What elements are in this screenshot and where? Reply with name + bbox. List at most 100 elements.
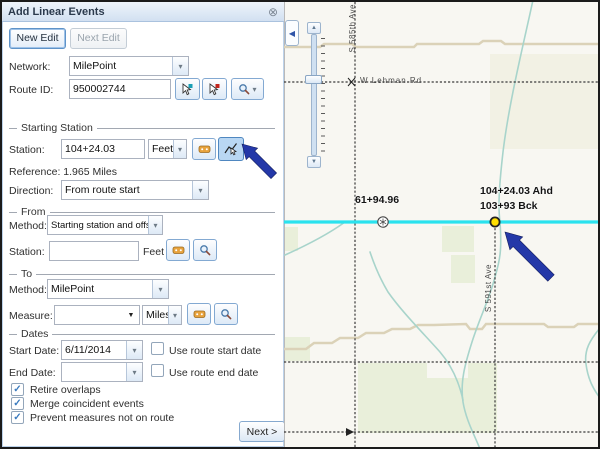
from-method-label: Method:	[9, 220, 47, 232]
road-label-vertical-right: S 591st Ave	[484, 264, 493, 312]
close-icon[interactable]: ⊗	[268, 6, 278, 18]
add-linear-events-panel: Add Linear Events ⊗ New Edit Next Edit N…	[2, 2, 284, 447]
merge-coincident-events-checkbox[interactable]: ✓	[11, 397, 24, 410]
from-station-offset-button[interactable]	[166, 239, 190, 261]
road-label-horizontal: W Lehman Rd	[360, 76, 422, 85]
dropdown-icon[interactable]: ▾	[173, 140, 186, 158]
section-dates: Dates	[9, 328, 275, 340]
prevent-measures-checkbox[interactable]: ✓	[11, 411, 24, 424]
route-id-label: Route ID:	[9, 84, 53, 96]
start-date-field[interactable]: 6/11/2014 ▾	[61, 340, 143, 360]
prevent-measures-label: Prevent measures not on route	[30, 412, 174, 424]
zoom-slider-track[interactable]	[311, 34, 317, 156]
check-icon: ✓	[13, 385, 21, 395]
road-label-vertical-left: S 585th Ave	[348, 4, 357, 53]
zoom-out-button[interactable]: ▼	[307, 156, 321, 168]
map-annotation-arrow-icon	[505, 232, 554, 281]
dropdown-icon[interactable]: ▾	[192, 181, 208, 199]
retire-overlaps-checkbox[interactable]: ✓	[11, 383, 24, 396]
measure-offset-button[interactable]	[187, 303, 211, 325]
check-icon: ✓	[13, 413, 21, 423]
use-route-start-date-label: Use route start date	[169, 345, 261, 357]
station-offset-icon	[198, 143, 211, 155]
check-icon: ✓	[13, 399, 21, 409]
slider-up-icon: ▲	[311, 25, 317, 31]
station-units-combo[interactable]: Feet ▾	[148, 139, 187, 159]
end-date-label: End Date:	[9, 367, 56, 379]
dropdown-icon[interactable]: ▼	[125, 306, 137, 324]
station-reference-symbol	[378, 217, 388, 227]
measure-units-combo[interactable]: Miles ▾	[142, 305, 182, 325]
clear-route-selection-button[interactable]	[202, 78, 227, 100]
search-icon	[220, 308, 232, 320]
network-value: MilePoint	[73, 60, 185, 72]
vegetation-patches	[285, 54, 598, 433]
back-station-label: 103+93 Bck	[480, 200, 538, 212]
dropdown-icon[interactable]: ▾	[172, 57, 188, 75]
end-date-field[interactable]: ▾	[61, 362, 143, 382]
panel-body: New Edit Next Edit Network: MilePoint ▾ …	[2, 22, 284, 447]
station-offset-icon	[193, 308, 206, 320]
network-combo[interactable]: MilePoint ▾	[69, 56, 189, 76]
route-id-input[interactable]	[69, 79, 171, 99]
use-route-end-date-checkbox[interactable]	[151, 364, 164, 377]
from-method-value: Starting station and offset	[51, 220, 159, 231]
to-method-combo[interactable]: MilePoint ▾	[47, 279, 169, 299]
from-method-combo[interactable]: Starting station and offset ▾	[47, 215, 163, 235]
panel-annotation-arrow-icon	[216, 134, 284, 184]
route-search-button[interactable]: ▾	[231, 78, 264, 100]
dropdown-icon[interactable]: ▾	[168, 306, 181, 324]
selected-point-marker[interactable]	[490, 217, 499, 226]
start-date-label: Start Date:	[9, 345, 59, 357]
station-offset-icon	[172, 244, 185, 256]
from-station-input[interactable]	[49, 241, 139, 261]
zoom-slider-ticks	[321, 38, 325, 152]
select-route-icon	[181, 83, 194, 96]
select-route-on-map-button[interactable]	[175, 78, 200, 100]
dropdown-icon[interactable]: ▾	[126, 341, 142, 359]
ahead-station-label: 104+24.03 Ahd	[480, 185, 553, 197]
retire-overlaps-label: Retire overlaps	[30, 384, 101, 396]
new-edit-button[interactable]: New Edit	[9, 28, 66, 49]
dropdown-icon[interactable]: ▾	[148, 216, 162, 234]
direction-value: From route start	[65, 184, 205, 196]
network-label: Network:	[9, 61, 50, 73]
station-input[interactable]	[61, 139, 145, 159]
dropdown-icon[interactable]: ▾	[126, 363, 142, 381]
measure-combo[interactable]: ▼	[54, 305, 140, 325]
to-method-label: Method:	[9, 284, 47, 296]
road-junction-marks	[346, 78, 355, 436]
from-units-label: Feet	[143, 246, 164, 258]
reference-text: Reference: 1.965 Miles	[9, 166, 117, 178]
use-route-start-date-checkbox[interactable]	[151, 342, 164, 355]
measure-search-button[interactable]	[214, 303, 238, 325]
collapse-panel-button[interactable]: ◀	[285, 20, 299, 46]
direction-combo[interactable]: From route start ▾	[61, 180, 209, 200]
direction-label: Direction:	[9, 185, 53, 197]
station-ref-label: 61+94.96	[355, 194, 399, 206]
section-starting-station: Starting Station	[9, 122, 275, 134]
clear-route-icon	[208, 83, 221, 96]
search-icon	[238, 83, 250, 95]
dropdown-icon[interactable]: ▾	[252, 85, 256, 94]
next-button[interactable]: Next >	[239, 421, 285, 442]
dropdown-icon[interactable]: ▾	[152, 280, 168, 298]
from-search-button[interactable]	[193, 239, 217, 261]
next-edit-button[interactable]: Next Edit	[70, 28, 127, 49]
station-label: Station:	[9, 144, 45, 156]
map-canvas	[284, 2, 598, 447]
measure-label: Measure:	[9, 310, 53, 322]
app-window: Add Linear Events ⊗ New Edit Next Edit N…	[0, 0, 600, 449]
use-route-end-date-label: Use route end date	[169, 367, 258, 379]
search-icon	[199, 244, 211, 256]
map-view[interactable]: 61+94.96 104+24.03 Ahd 103+93 Bck W Lehm…	[284, 2, 598, 447]
to-method-value: MilePoint	[51, 283, 165, 295]
panel-title: Add Linear Events	[8, 6, 268, 18]
slider-down-icon: ▼	[311, 159, 317, 165]
station-offset-button[interactable]	[192, 138, 216, 160]
collapse-icon: ◀	[289, 29, 295, 38]
zoom-in-button[interactable]: ▲	[307, 22, 321, 34]
zoom-slider-handle[interactable]	[305, 75, 322, 84]
from-station-label: Station:	[9, 246, 45, 258]
merge-coincident-events-label: Merge coincident events	[30, 398, 144, 410]
